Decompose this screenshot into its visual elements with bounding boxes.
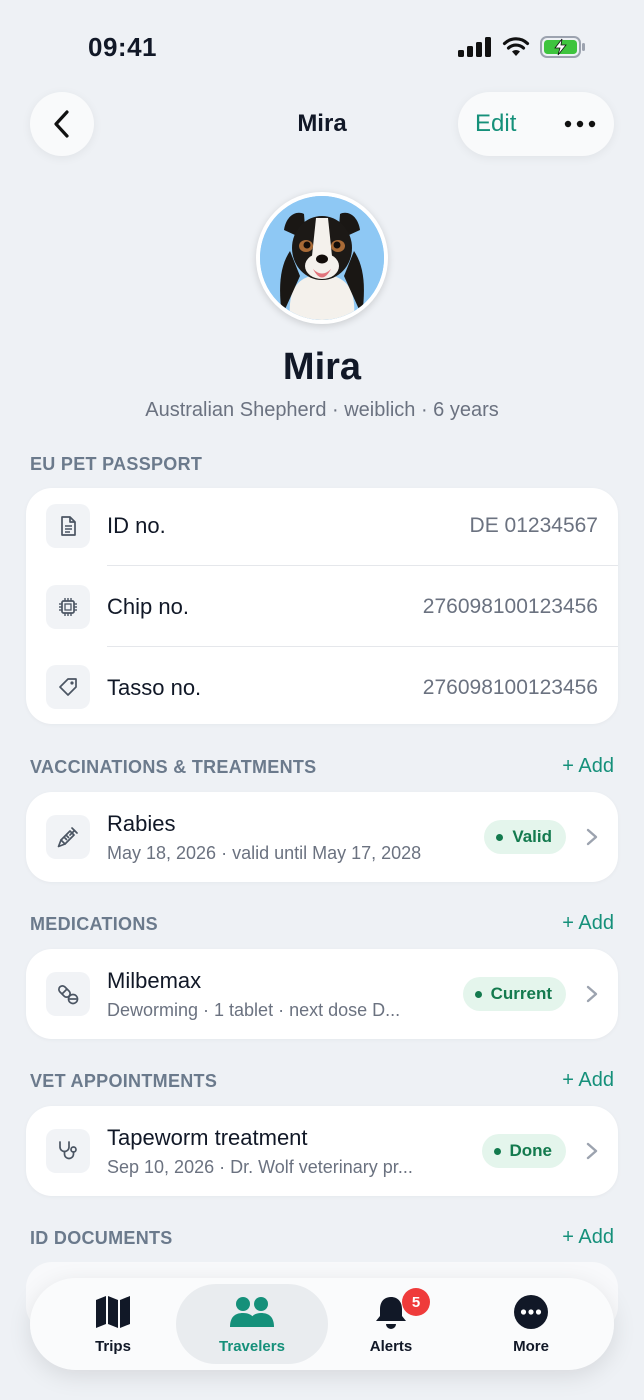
tasso-number-value[interactable]: 276098100123456 [423,676,598,700]
medications-section-label: MEDICATIONS [30,914,158,934]
battery-charging-icon [540,36,585,58]
stethoscope-icon [46,1129,90,1173]
tab-label: Trips [95,1338,131,1355]
more-options-button[interactable] [564,112,596,141]
alerts-count-badge: 5 [402,1288,430,1316]
add-medication-button[interactable]: + Add [562,912,614,935]
tab-bar: Trips Travelers Alerts 5 More [30,1278,614,1370]
more-icon [513,1294,549,1330]
passport-section-label: EU PET PASSPORT [30,454,203,474]
tag-icon [46,665,90,709]
vaccination-title: Rabies [107,811,176,836]
status-icons [458,36,586,58]
tab-alerts[interactable]: Alerts 5 [336,1278,446,1370]
tab-travelers[interactable]: Travelers [196,1278,308,1370]
add-appointment-button[interactable]: + Add [562,1069,614,1092]
ellipsis-icon [564,120,596,128]
tab-label: More [513,1338,549,1355]
tasso-number-label: Tasso no. [107,675,202,700]
document-icon [46,504,90,548]
vaccinations-section-label: VACCINATIONS & TREATMENTS [30,757,317,777]
chip-icon [46,585,90,629]
chip-number-label: Chip no. [107,594,189,619]
pet-avatar[interactable] [256,192,388,324]
chevron-right-icon [586,1142,598,1160]
cellular-signal-icon [458,37,491,57]
medication-item[interactable]: Milbemax Deworming · 1 tablet · next dos… [26,949,618,1039]
id-number-label: ID no. [107,513,166,538]
vet-appointments-section-label: VET APPOINTMENTS [30,1071,218,1091]
chevron-right-icon [586,828,598,846]
divider [107,646,618,647]
status-badge-label: Done [509,1141,553,1160]
pet-name: Mira [282,346,362,388]
medication-title: Milbemax [107,968,202,993]
add-document-button[interactable]: + Add [562,1226,614,1249]
appointment-subtitle: Sep 10, 2026 · Dr. Wolf veterinary pr... [107,1157,413,1177]
status-badge: Current [462,977,566,1011]
vaccination-item[interactable]: Rabies May 18, 2026 · valid until May 17… [26,792,618,882]
appointment-item[interactable]: Tapeworm treatment Sep 10, 2026 · Dr. Wo… [26,1106,618,1196]
header-actions: Edit [458,92,614,156]
tab-trips[interactable]: Trips [58,1278,168,1370]
tab-label: Travelers [219,1338,285,1355]
divider [107,565,618,566]
map-icon [94,1294,132,1330]
vaccination-subtitle: May 18, 2026 · valid until May 17, 2028 [107,843,422,863]
add-vaccination-button[interactable]: + Add [562,755,614,778]
appointment-title: Tapeworm treatment [107,1125,308,1150]
edit-button[interactable]: Edit [475,110,516,138]
pet-details: Australian Shepherd · weiblich · 6 years [145,399,499,421]
people-icon [229,1294,275,1330]
tab-label: Alerts [369,1338,413,1355]
id-documents-section-label: ID DOCUMENTS [30,1228,173,1248]
syringe-icon [46,815,90,859]
passport-card: ID no. DE 01234567 Chip no. 276098100123… [26,488,618,724]
status-badge: Valid [484,820,566,854]
status-dot-icon [496,833,504,841]
tab-more[interactable]: More [476,1278,586,1370]
id-number-value[interactable]: DE 01234567 [470,514,598,538]
wifi-icon [502,37,530,56]
chip-number-value[interactable]: 276098100123456 [423,595,598,619]
status-dot-icon [474,990,482,998]
medication-subtitle: Deworming · 1 tablet · next dose D... [107,1000,401,1020]
status-badge: Done [481,1134,566,1168]
status-dot-icon [493,1147,501,1155]
chevron-right-icon [586,985,598,1003]
pill-icon [46,972,90,1016]
dog-photo [260,196,384,320]
status-badge-label: Current [490,984,552,1003]
status-time: 09:41 [88,32,157,62]
status-bar: 09:41 [0,0,644,90]
status-badge-label: Valid [512,827,552,846]
